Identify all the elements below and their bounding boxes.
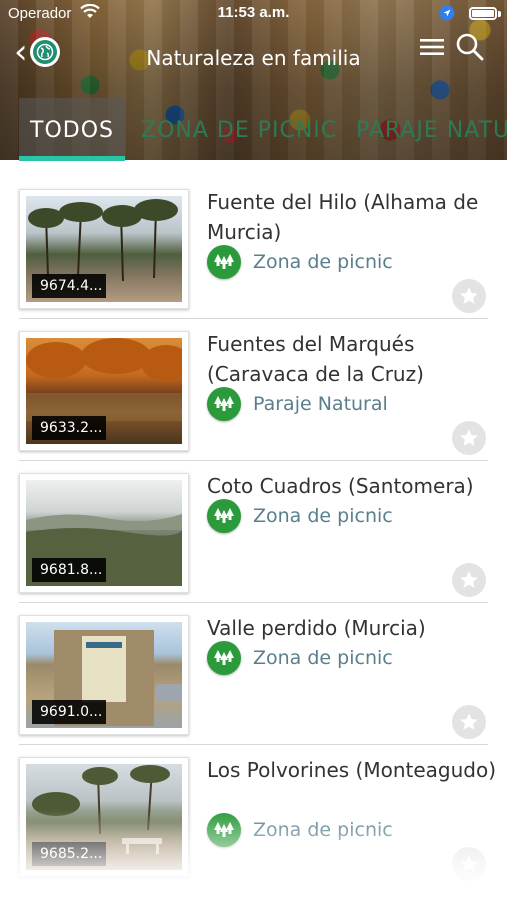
place-photo: 9633.2... xyxy=(26,338,182,444)
category-tag: Zona de picnic xyxy=(207,499,393,533)
battery-tip xyxy=(498,11,501,17)
list-item[interactable]: 9633.2... Fuentes del Marqués (Caravaca … xyxy=(0,319,507,461)
place-title: Valle perdido (Murcia) xyxy=(207,616,426,640)
clock-time: 11:53 a.m. xyxy=(217,4,290,21)
picnic-trees-icon xyxy=(207,813,241,847)
battery-icon xyxy=(469,7,497,20)
places-list: 9674.4... Fuente del Hilo (Alhama de Mur… xyxy=(0,177,507,887)
place-title: Los Polvorines (Monteagudo) xyxy=(207,758,497,782)
category-tag: Zona de picnic xyxy=(207,813,393,847)
distance-label: 9674.4... xyxy=(32,274,106,298)
category-label: Paraje Natural xyxy=(253,393,388,415)
picnic-trees-icon xyxy=(207,499,241,533)
tab-paraje-natural[interactable]: PARAJE NATU xyxy=(356,98,507,160)
place-thumbnail: 9691.0... xyxy=(19,615,189,735)
list-item[interactable]: 9685.2... Los Polvorines (Monteagudo) Zo… xyxy=(0,745,507,887)
place-title: Fuentes del Marqués (Caravaca de la Cruz… xyxy=(207,332,424,386)
star-icon[interactable] xyxy=(452,705,486,739)
place-photo: 9674.4... xyxy=(26,196,182,302)
distance-label: 9691.0... xyxy=(32,700,106,724)
distance-label: 9681.8... xyxy=(32,558,106,582)
place-thumbnail: 9681.8... xyxy=(19,473,189,593)
category-tabs: TODOS ZONA DE PICNIC PARAJE NATU xyxy=(0,98,507,162)
distance-label: 9633.2... xyxy=(32,416,106,440)
place-title: Fuente del Hilo (Alhama de Murcia) xyxy=(207,190,479,244)
status-bar: Operador 11:53 a.m. xyxy=(0,0,507,26)
star-icon[interactable] xyxy=(452,847,486,881)
place-thumbnail: 9685.2... xyxy=(19,757,189,877)
category-label: Zona de picnic xyxy=(253,819,393,841)
list-item[interactable]: 9674.4... Fuente del Hilo (Alhama de Mur… xyxy=(0,177,507,319)
navigation-bar: ‹ Naturaleza en familia xyxy=(0,28,507,74)
category-label: Zona de picnic xyxy=(253,251,393,273)
star-icon[interactable] xyxy=(452,421,486,455)
picnic-trees-icon xyxy=(207,641,241,675)
tab-todos[interactable]: TODOS xyxy=(19,98,125,160)
category-tag: Paraje Natural xyxy=(207,387,388,421)
tab-zona-de-picnic[interactable]: ZONA DE PICNIC xyxy=(141,98,337,160)
distance-label: 9685.2... xyxy=(32,842,106,866)
place-thumbnail: 9633.2... xyxy=(19,331,189,451)
category-label: Zona de picnic xyxy=(253,505,393,527)
star-icon[interactable] xyxy=(452,563,486,597)
list-item[interactable]: 9681.8... Coto Cuadros (Santomera) Zona … xyxy=(0,461,507,603)
place-title: Coto Cuadros (Santomera) xyxy=(207,474,474,498)
place-photo: 9681.8... xyxy=(26,480,182,586)
star-icon[interactable] xyxy=(452,279,486,313)
picnic-trees-icon xyxy=(207,387,241,421)
search-icon[interactable] xyxy=(455,32,485,62)
category-tag: Zona de picnic xyxy=(207,245,393,279)
list-item[interactable]: 9691.0... Valle perdido (Murcia) Zona de… xyxy=(0,603,507,745)
picnic-trees-icon xyxy=(207,245,241,279)
category-label: Zona de picnic xyxy=(253,647,393,669)
category-tag: Zona de picnic xyxy=(207,641,393,675)
active-tab-indicator xyxy=(19,156,125,161)
hamburger-menu-icon[interactable] xyxy=(419,34,445,60)
place-thumbnail: 9674.4... xyxy=(19,189,189,309)
place-photo: 9691.0... xyxy=(26,622,182,728)
location-arrow-icon xyxy=(439,5,455,25)
place-photo: 9685.2... xyxy=(26,764,182,870)
